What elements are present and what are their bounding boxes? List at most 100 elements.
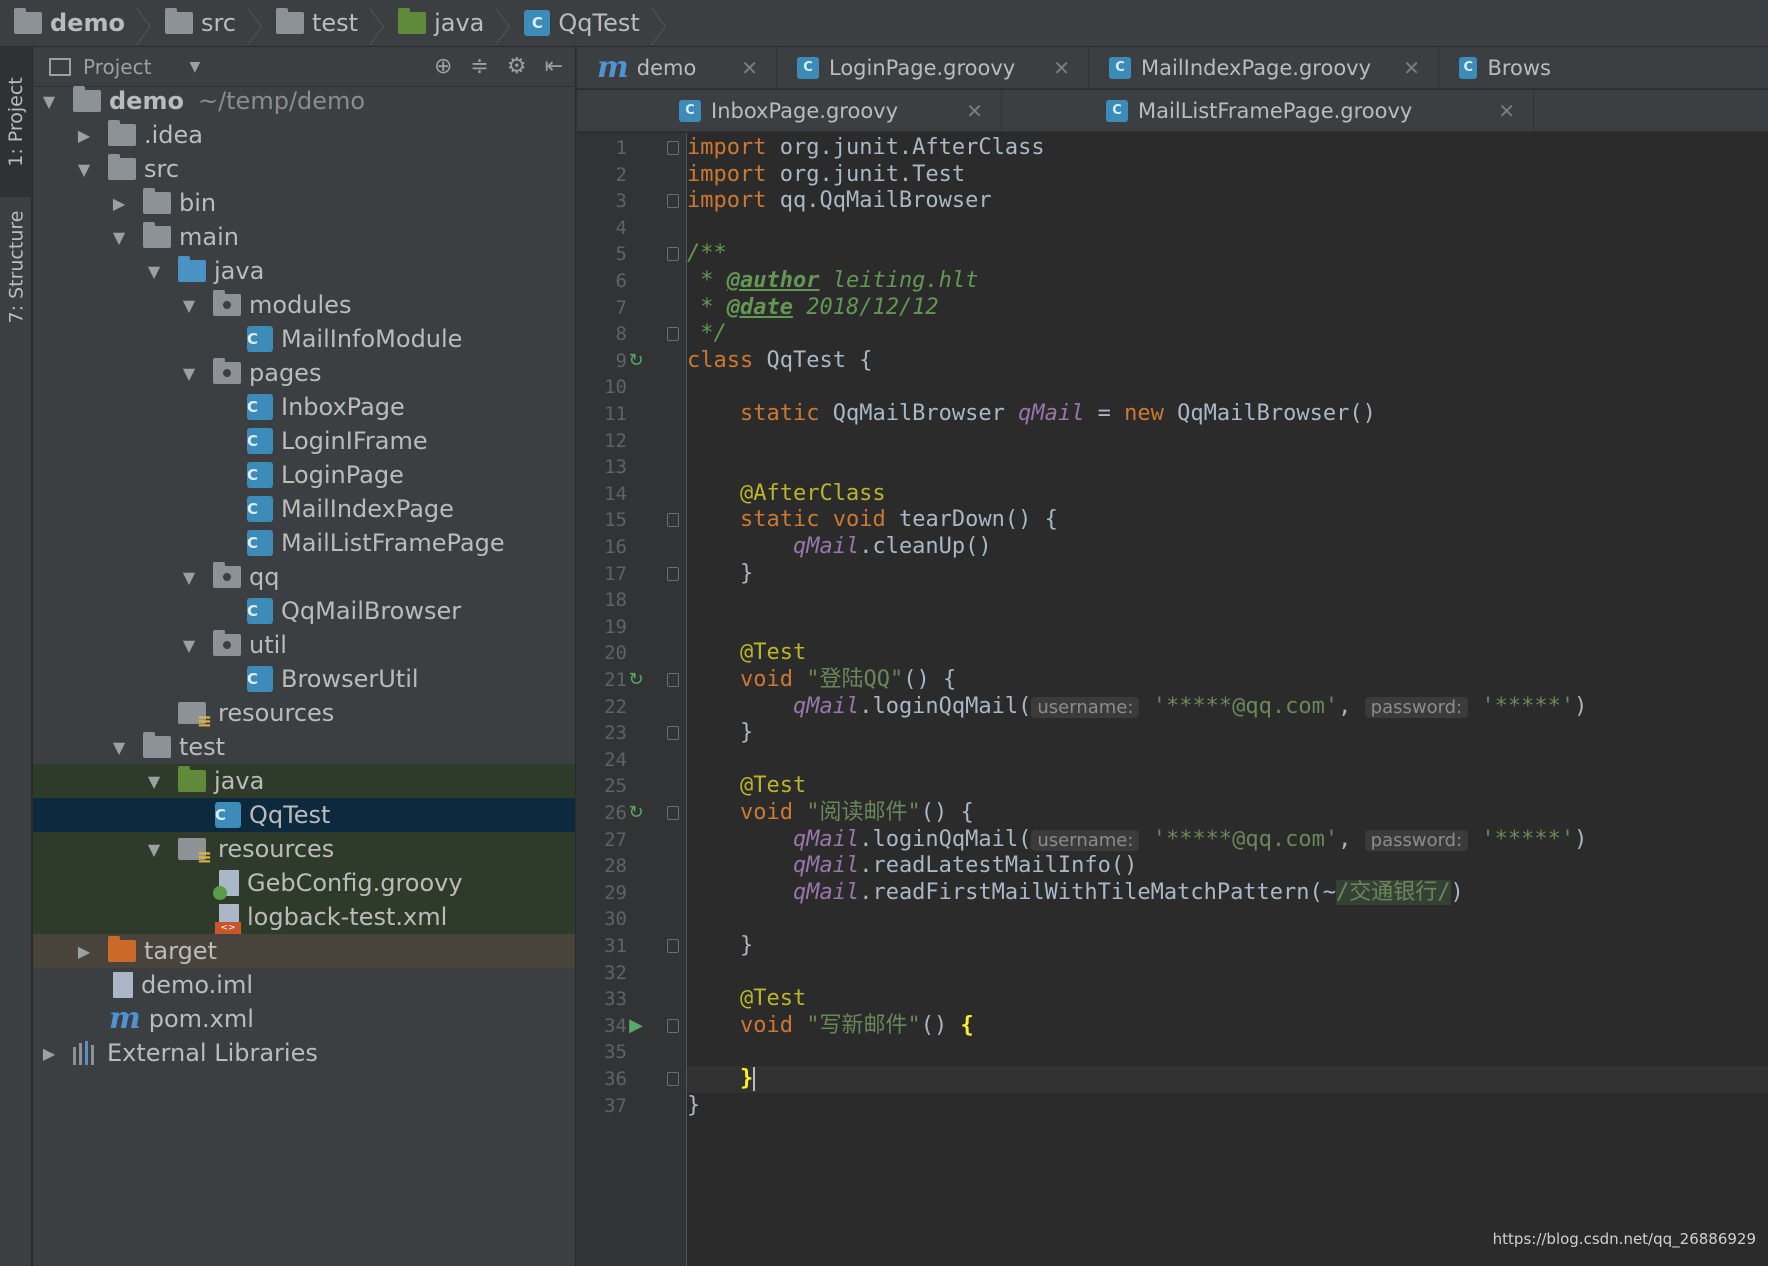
- gear-icon[interactable]: ⚙: [507, 54, 527, 79]
- run-test-icon[interactable]: ↻: [625, 350, 647, 372]
- groovy-class-icon: C: [797, 57, 819, 79]
- breadcrumb-separator: [135, 0, 155, 47]
- tree-item-src[interactable]: ▼ src: [33, 152, 575, 186]
- expand-arrow-icon[interactable]: ▼: [179, 296, 199, 315]
- expand-arrow-icon[interactable]: ▶: [74, 126, 94, 145]
- expand-arrow-icon[interactable]: ▼: [39, 92, 59, 111]
- package-icon: [213, 562, 241, 588]
- close-icon[interactable]: ✕: [1373, 56, 1420, 80]
- fold-marker-icon[interactable]: [667, 806, 679, 820]
- tree-item-gebconfig[interactable]: GebConfig.groovy: [33, 866, 575, 900]
- breadcrumb-java[interactable]: java: [398, 0, 484, 47]
- tree-item-external-libraries[interactable]: ▶ External Libraries: [33, 1036, 575, 1070]
- expand-arrow-icon[interactable]: ▼: [179, 568, 199, 587]
- line-number: 24: [604, 748, 627, 771]
- tree-item-pom[interactable]: m pom.xml: [33, 1002, 575, 1036]
- expand-arrow-icon[interactable]: ▶: [109, 194, 129, 213]
- tree-item-modules[interactable]: ▼ modules: [33, 288, 575, 322]
- tree-item-browserutil[interactable]: C BrowserUtil: [33, 662, 575, 696]
- tab-mailindexpage[interactable]: C MailIndexPage.groovy ✕: [1089, 47, 1439, 89]
- code-area[interactable]: import org.junit.AfterClass import org.j…: [687, 133, 1768, 1266]
- tree-item-logback[interactable]: <> logback-test.xml: [33, 900, 575, 934]
- tree-item-qq[interactable]: ▼ qq: [33, 560, 575, 594]
- code-line-2: import org.junit.Test: [687, 161, 966, 187]
- collapse-all-icon[interactable]: ≑: [470, 54, 488, 79]
- close-icon[interactable]: ✕: [1023, 56, 1070, 80]
- expand-arrow-icon[interactable]: ▼: [144, 840, 164, 859]
- fold-marker-icon[interactable]: [667, 566, 679, 581]
- run-test-icon[interactable]: ↻: [625, 669, 647, 691]
- close-icon[interactable]: ✕: [936, 99, 983, 123]
- project-tool-tab[interactable]: 1: Project: [0, 47, 32, 197]
- tree-item-qqmailbrowser[interactable]: C QqMailBrowser: [33, 594, 575, 628]
- tree-item-pages[interactable]: ▼ pages: [33, 356, 575, 390]
- expand-arrow-icon[interactable]: ▼: [179, 636, 199, 655]
- tree-item-idea[interactable]: ▶ .idea: [33, 118, 575, 152]
- tree-item-target[interactable]: ▶ target: [33, 934, 575, 968]
- breadcrumb-qqtest[interactable]: C QqTest: [524, 0, 640, 47]
- expand-arrow-icon[interactable]: ▼: [109, 228, 129, 247]
- breadcrumb-src[interactable]: src: [164, 0, 236, 47]
- tree-item-maillistframepage[interactable]: C MailListFramePage: [33, 526, 575, 560]
- tree-item-mailindexpage[interactable]: C MailIndexPage: [33, 492, 575, 526]
- expand-arrow-icon[interactable]: ▼: [74, 160, 94, 179]
- tab-maillistframepage[interactable]: C MailListFramePage.groovy ✕: [1002, 90, 1534, 132]
- locate-icon[interactable]: ⊕: [434, 54, 452, 79]
- tree-item-main-java[interactable]: ▼ java: [33, 254, 575, 288]
- expand-arrow-icon[interactable]: ▼: [179, 364, 199, 383]
- maven-icon: m: [597, 50, 629, 85]
- close-icon[interactable]: ✕: [711, 56, 758, 80]
- fold-marker-icon[interactable]: [667, 247, 679, 262]
- run-test-icon[interactable]: ↻: [625, 802, 647, 824]
- fold-marker-icon[interactable]: [667, 726, 679, 741]
- expand-arrow-icon[interactable]: ▼: [109, 738, 129, 757]
- expand-arrow-icon[interactable]: ▶: [74, 942, 94, 961]
- tree-item-loginiframe[interactable]: C LoginIFrame: [33, 424, 575, 458]
- code-line-25: @Test: [687, 773, 807, 799]
- line-number: 8: [615, 323, 627, 346]
- fold-marker-icon[interactable]: [667, 939, 679, 953]
- module-folder-icon: [14, 8, 42, 34]
- tree-item-test-java[interactable]: ▼ java: [33, 764, 575, 798]
- fold-marker-icon[interactable]: [667, 194, 679, 209]
- tree-item-test-resources[interactable]: ▼ resources: [33, 832, 575, 868]
- tab-loginpage[interactable]: C LoginPage.groovy ✕: [777, 47, 1089, 89]
- tree-item-qqtest-selected[interactable]: C QqTest: [33, 798, 575, 832]
- tree-item-demo[interactable]: ▼ demo ~/temp/demo: [33, 84, 575, 118]
- structure-tool-tab[interactable]: 7: Structure: [0, 202, 32, 332]
- breadcrumb-test[interactable]: test: [276, 0, 358, 47]
- tree-item-util[interactable]: ▼ util: [33, 628, 575, 662]
- fold-marker-icon[interactable]: [667, 1018, 679, 1033]
- tree-item-test[interactable]: ▼ test: [33, 730, 575, 764]
- tab-demo[interactable]: m demo ✕: [577, 47, 777, 89]
- expand-arrow-icon[interactable]: ▼: [144, 772, 164, 791]
- fold-marker-icon[interactable]: [667, 141, 679, 155]
- folder-icon: [164, 8, 193, 34]
- fold-marker-icon[interactable]: [667, 673, 679, 687]
- fold-marker-icon[interactable]: [667, 513, 679, 528]
- tree-item-bin[interactable]: ▶ bin: [33, 186, 575, 220]
- line-number: 7: [615, 296, 627, 319]
- fold-marker-icon[interactable]: [667, 1072, 679, 1086]
- fold-marker-icon[interactable]: [667, 327, 679, 342]
- tree-item-loginpage[interactable]: C LoginPage: [33, 458, 575, 492]
- tree-item-main-resources[interactable]: resources: [33, 696, 575, 732]
- tab-browser-partial[interactable]: C Brows: [1439, 47, 1569, 89]
- hide-panel-icon[interactable]: ⇤: [545, 54, 563, 79]
- expand-arrow-icon[interactable]: ▼: [144, 262, 164, 281]
- source-folder-icon: [178, 256, 206, 282]
- tree-item-demo-iml[interactable]: demo.iml: [33, 968, 575, 1002]
- tab-inboxpage[interactable]: C InboxPage.groovy ✕: [577, 90, 1002, 132]
- line-number: 20: [604, 642, 627, 665]
- tree-item-mailinfomodule[interactable]: C MailInfoModule: [33, 322, 575, 356]
- close-icon[interactable]: ✕: [1468, 99, 1515, 123]
- groovy-class-icon: C: [1459, 57, 1478, 79]
- tree-item-main[interactable]: ▼ main: [33, 220, 575, 254]
- tree-item-inboxpage[interactable]: C InboxPage: [33, 390, 575, 424]
- breadcrumb-demo[interactable]: demo: [14, 0, 125, 47]
- project-view-selector[interactable]: Project: [83, 55, 151, 79]
- expand-arrow-icon[interactable]: ▶: [39, 1044, 59, 1063]
- run-test-icon[interactable]: ▶: [625, 1015, 647, 1037]
- chevron-down-icon[interactable]: ▼: [189, 59, 200, 75]
- line-number: 23: [604, 722, 627, 745]
